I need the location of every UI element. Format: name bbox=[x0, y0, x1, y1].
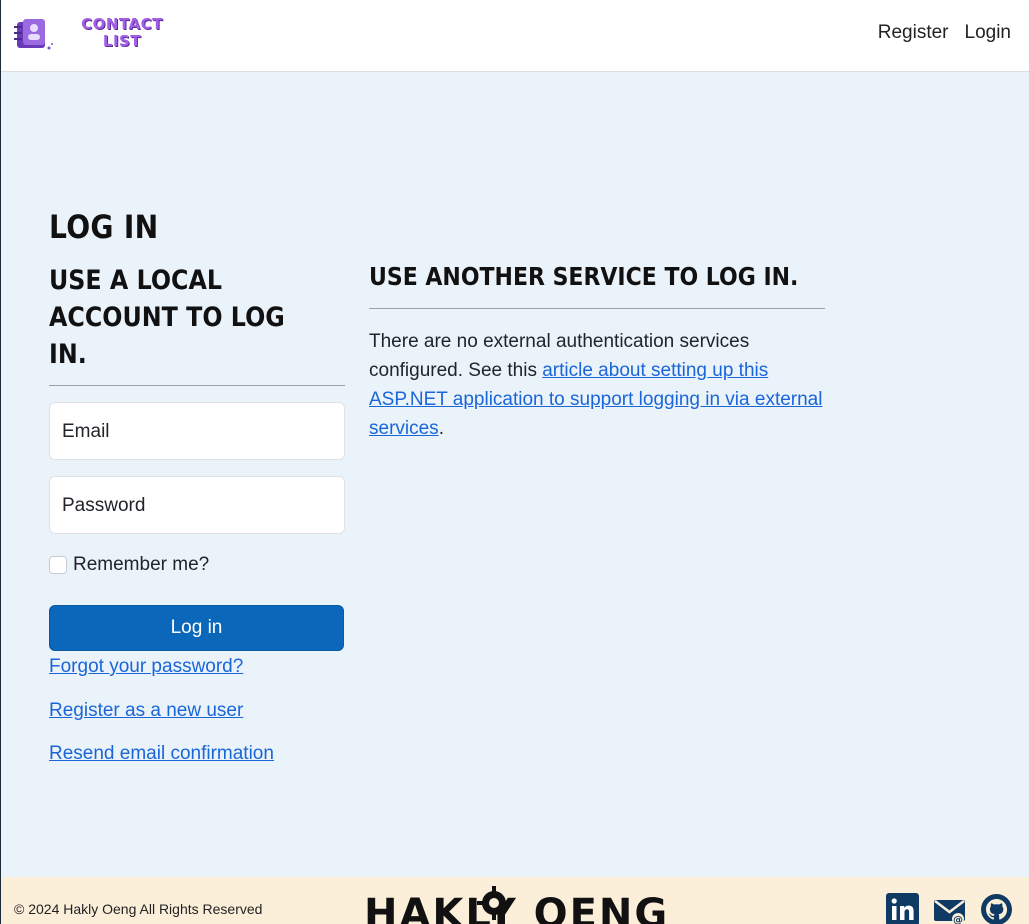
github-icon[interactable] bbox=[980, 893, 1013, 924]
linkedin-icon[interactable] bbox=[886, 893, 919, 924]
svg-text:@: @ bbox=[953, 915, 963, 924]
remember-me-checkbox[interactable] bbox=[49, 556, 67, 574]
forgot-password-link[interactable]: Forgot your password? bbox=[49, 656, 345, 678]
brand-logo-icon[interactable] bbox=[13, 16, 55, 54]
brand-line-1: CONTACT bbox=[81, 15, 163, 33]
nav-links: Register Login bbox=[878, 22, 1011, 44]
resend-confirmation-link[interactable]: Resend email confirmation bbox=[49, 743, 345, 765]
brand-name[interactable]: CONTACT LIST bbox=[77, 16, 167, 54]
remember-me-row: Remember me? bbox=[49, 554, 345, 576]
nav-register-link[interactable]: Register bbox=[878, 22, 949, 44]
external-login-section: USE ANOTHER SERVICE TO LOG IN. There are… bbox=[369, 262, 825, 443]
local-login-heading: USE A LOCAL ACCOUNT TO LOG IN. bbox=[49, 265, 285, 370]
copyright-text: © 2024 Hakly Oeng All Rights Reserved bbox=[14, 901, 263, 917]
gear-icon bbox=[477, 886, 511, 920]
password-field[interactable]: Password bbox=[49, 476, 345, 534]
navbar: CONTACT LIST Register Login bbox=[1, 0, 1029, 72]
email-field[interactable]: Email bbox=[49, 402, 345, 460]
footer-logo-text: HAKLY OENG bbox=[364, 891, 670, 924]
external-text-after: . bbox=[438, 418, 444, 439]
register-new-user-link[interactable]: Register as a new user bbox=[49, 700, 345, 722]
local-login-section: USE A LOCAL ACCOUNT TO LOG IN. Email Pas… bbox=[49, 262, 345, 765]
footer: © 2024 Hakly Oeng All Rights Reserved HA… bbox=[1, 877, 1029, 924]
page-title: LOG IN bbox=[49, 208, 159, 246]
external-login-message: There are no external authentication ser… bbox=[369, 327, 825, 443]
divider bbox=[369, 308, 825, 309]
external-login-heading: USE ANOTHER SERVICE TO LOG IN. bbox=[369, 262, 799, 291]
nav-login-link[interactable]: Login bbox=[965, 22, 1012, 44]
email-icon[interactable]: @ bbox=[933, 893, 966, 924]
social-icons: @ bbox=[886, 893, 1013, 924]
login-button[interactable]: Log in bbox=[49, 605, 344, 651]
remember-me-label[interactable]: Remember me? bbox=[73, 554, 209, 576]
brand-line-2: LIST bbox=[102, 32, 142, 50]
footer-logo: HAKLY OENG bbox=[364, 885, 674, 924]
divider bbox=[49, 385, 345, 386]
